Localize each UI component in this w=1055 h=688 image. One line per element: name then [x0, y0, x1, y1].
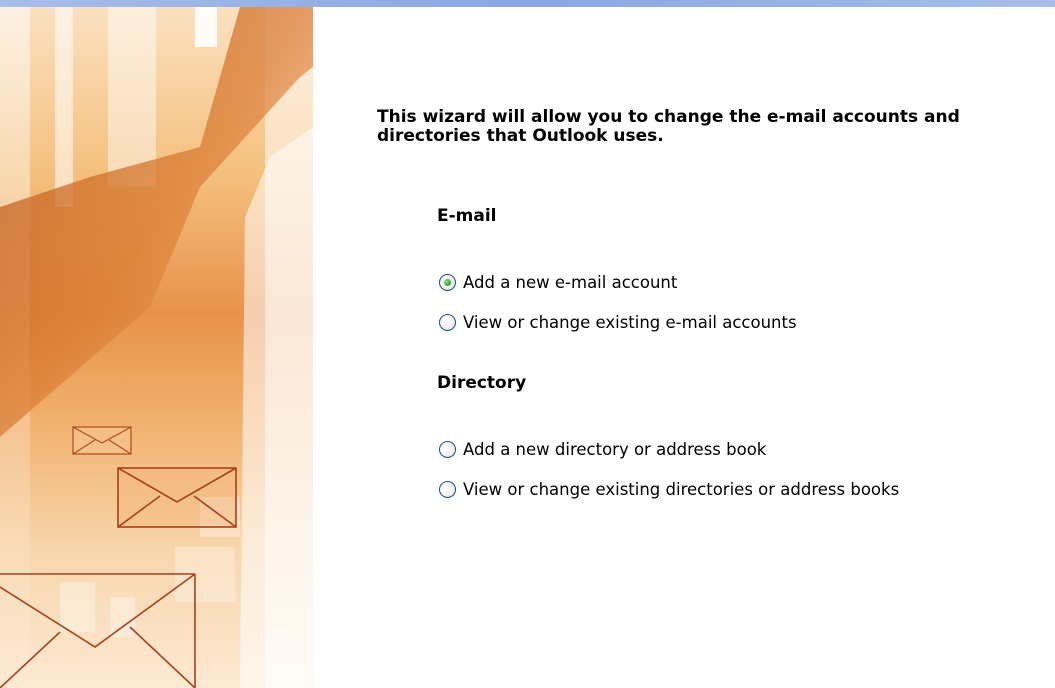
radio-button-selected-icon[interactable] [439, 273, 456, 291]
wizard-content: This wizard will allow you to change the… [313, 7, 1055, 688]
add-email-account-option[interactable]: Add a new e-mail account [439, 271, 677, 293]
radio-button-icon[interactable] [439, 440, 456, 458]
envelope-icon-medium [117, 467, 237, 528]
radio-button-icon[interactable] [439, 480, 456, 498]
add-email-account-label[interactable]: Add a new e-mail account [463, 273, 677, 292]
add-directory-label[interactable]: Add a new directory or address book [463, 440, 766, 459]
account-settings-wizard: This wizard will allow you to change the… [0, 0, 1055, 688]
banner-illustration [0, 7, 313, 688]
add-directory-option[interactable]: Add a new directory or address book [439, 438, 766, 460]
view-change-directories-option[interactable]: View or change existing directories or a… [439, 478, 899, 500]
wizard-intro-text: This wizard will allow you to change the… [377, 107, 960, 146]
view-change-directories-label[interactable]: View or change existing directories or a… [463, 480, 899, 499]
directory-section-heading: Directory [437, 373, 527, 393]
radio-button-icon[interactable] [439, 313, 456, 331]
email-section-heading: E-mail [437, 206, 497, 226]
view-change-email-accounts-option[interactable]: View or change existing e-mail accounts [439, 311, 797, 333]
envelope-icon-small [72, 426, 132, 455]
title-bar-edge [0, 0, 1055, 7]
wizard-banner-art [0, 7, 313, 688]
view-change-email-accounts-label[interactable]: View or change existing e-mail accounts [463, 313, 797, 332]
